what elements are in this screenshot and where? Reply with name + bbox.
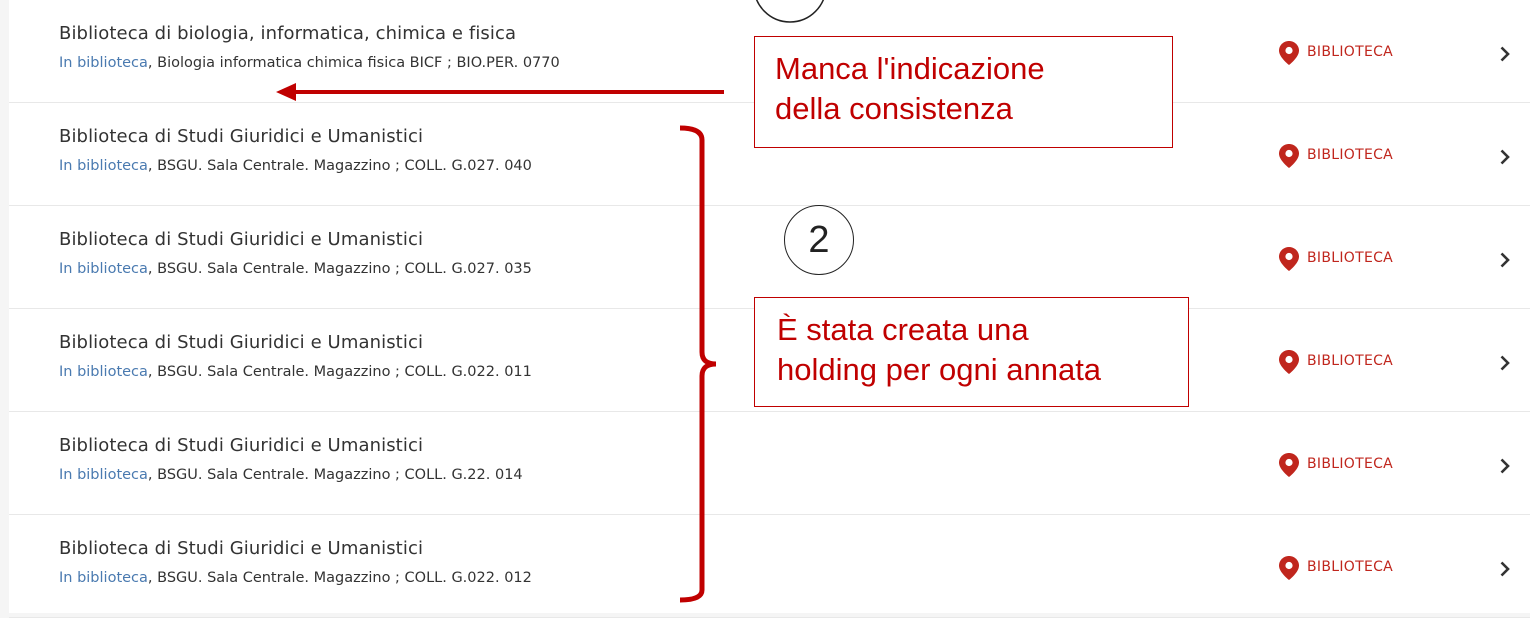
callout-1-line2: della consistenza (775, 91, 1013, 126)
annotation-bracket (679, 125, 717, 603)
marker-1-circle-partial (756, 0, 824, 23)
callout-2-line2: holding per ogni annata (777, 352, 1102, 387)
callout-1-line1: Manca l'indicazione (775, 51, 1045, 86)
callout-missing-consistency: Manca l'indicazione della consistenza (754, 36, 1173, 148)
marker-2: 2 (784, 205, 854, 275)
callout-2-line1: È stata creata una (777, 312, 1029, 347)
annotation-arrow-head (276, 83, 296, 101)
marker-2-label: 2 (808, 218, 830, 261)
callout-holding-per-year: È stata creata una holding per ogni anna… (754, 297, 1189, 407)
